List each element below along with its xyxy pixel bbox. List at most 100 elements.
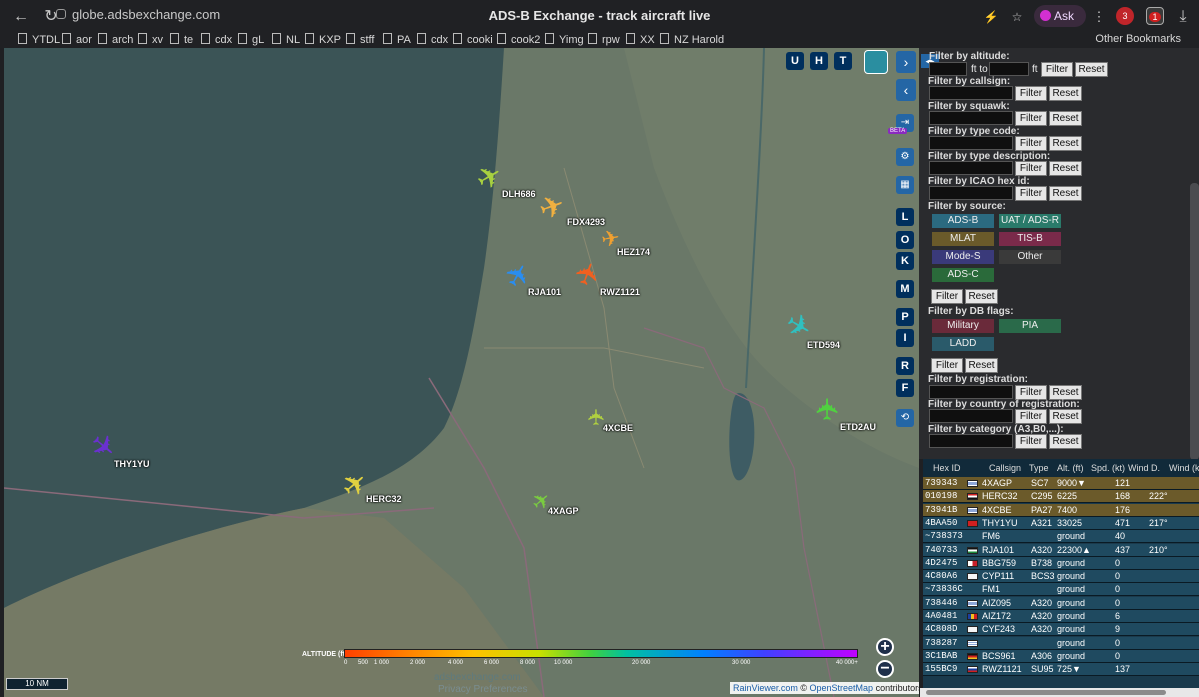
squawk-reset-button[interactable]: Reset [1049,111,1082,126]
table-row[interactable]: 3C1BAB BCS961 A306 ground 0 [923,649,1199,663]
toggle-t-button[interactable]: T [834,52,852,70]
table-row[interactable]: 739343 4XAGP SC7 9000▼ 121 [923,477,1199,490]
zoom-in-button[interactable]: + [876,638,894,656]
table-horizontal-scrollbar[interactable] [920,688,1199,697]
type-desc-reset-button[interactable]: Reset [1049,161,1082,176]
flag-ladd-toggle[interactable]: LADD [932,337,994,351]
type-desc-input[interactable] [929,161,1013,175]
osm-link[interactable]: OpenStreetMap [810,683,874,693]
toggle-m-button[interactable]: M [896,280,914,298]
col-wind-dir[interactable]: Wind D. [1128,459,1160,477]
source-uat-toggle[interactable]: UAT / ADS-R [999,214,1061,228]
source-tisb-toggle[interactable]: TIS-B [999,232,1061,246]
rainviewer-link[interactable]: RainViewer.com [733,683,798,693]
bookmark-item[interactable]: stff [346,33,374,46]
icao-input[interactable] [929,186,1013,200]
db-flags-filter-button[interactable]: Filter [931,358,963,373]
bookmark-star-icon[interactable]: ☆ [1006,6,1028,28]
registration-filter-button[interactable]: Filter [1015,385,1047,400]
bookmark-item[interactable]: gL [238,33,264,46]
col-hex[interactable]: Hex ID [933,459,961,477]
altitude-max-input[interactable] [989,62,1029,76]
col-alt[interactable]: Alt. (ft) [1057,459,1084,477]
privacy-link[interactable]: Privacy Preferences [438,684,527,695]
bookmark-item[interactable]: xv [138,33,163,46]
source-mlat-toggle[interactable]: MLAT [932,232,994,246]
category-reset-button[interactable]: Reset [1049,434,1082,449]
source-reset-button[interactable]: Reset [965,289,998,304]
bookmark-item[interactable]: NZ Harold [660,33,724,46]
altitude-min-input[interactable] [929,62,967,76]
collapse-left-icon[interactable]: ‹ [896,79,916,101]
zoom-out-button[interactable]: − [876,660,894,678]
settings-gear-icon[interactable]: ⚙ [896,148,914,166]
callsign-reset-button[interactable]: Reset [1049,86,1082,101]
extension-icon[interactable]: 3 [1116,7,1134,25]
toggle-i-button[interactable]: I [896,329,914,347]
airplane-icon[interactable]: ✈ [812,392,848,426]
category-input[interactable] [929,434,1013,448]
extension-icon[interactable]: 1 [1146,7,1164,25]
table-row[interactable]: ~738373 FM6 ground 40 [923,530,1199,544]
bookmark-item[interactable]: te [170,33,193,46]
col-speed[interactable]: Spd. (kt) [1091,459,1125,477]
squawk-input[interactable] [929,111,1013,125]
col-type[interactable]: Type [1029,459,1049,477]
table-row[interactable]: 740733 RJA101 A320 22300▲ 437 210° [923,543,1199,557]
col-callsign[interactable]: Callsign [989,459,1021,477]
table-row[interactable]: 010198 HERC32 C295 6225 168 222° [923,490,1199,504]
replay-icon[interactable]: ⟲ [896,409,914,427]
table-row[interactable]: ~73836C FM1 ground 0 [923,583,1199,597]
bookmark-item[interactable]: KXP [305,33,341,46]
type-desc-filter-button[interactable]: Filter [1015,161,1047,176]
bookmark-item[interactable]: aor [62,33,92,46]
bookmark-item[interactable]: rpw [588,33,620,46]
table-row[interactable]: 73941B 4XCBE PA27 7400 176 [923,503,1199,517]
type-code-input[interactable] [929,136,1013,150]
bookmark-item[interactable]: cdx [201,33,232,46]
db-flags-reset-button[interactable]: Reset [965,358,998,373]
source-other-toggle[interactable]: Other [999,250,1061,264]
table-row[interactable]: 4D2475 BBG759 B738 ground 0 [923,556,1199,570]
bookmark-item[interactable]: cook2 [497,33,540,46]
expand-right-icon[interactable]: › [896,51,916,73]
callsign-filter-button[interactable]: Filter [1015,86,1047,101]
icao-filter-button[interactable]: Filter [1015,186,1047,201]
map-view[interactable]: ✈ DLH686 ✈ FDX4293 ✈ HEZ174 ✈ RJA101 ✈ R… [4,48,919,697]
other-bookmarks[interactable]: Other Bookmarks [1095,33,1181,45]
toggle-p-button[interactable]: P [896,308,914,326]
bookmark-item[interactable]: cooki [453,33,493,46]
source-filter-button[interactable]: Filter [931,289,963,304]
type-code-filter-button[interactable]: Filter [1015,136,1047,151]
toggle-l-button[interactable]: L [896,208,914,226]
panel-scrollbar[interactable] [1190,183,1199,460]
bookmark-item[interactable]: YTDL [18,33,60,46]
registration-input[interactable] [929,385,1013,399]
toggle-f-button[interactable]: F [896,379,914,397]
callsign-input[interactable] [929,86,1013,100]
table-row[interactable]: 4A0481 AIZ172 A320 ground 6 [923,610,1199,623]
flag-military-toggle[interactable]: Military [932,319,994,333]
download-icon[interactable]: ⤓ [1172,6,1194,28]
type-code-reset-button[interactable]: Reset [1049,136,1082,151]
registration-reset-button[interactable]: Reset [1049,385,1082,400]
squawk-filter-button[interactable]: Filter [1015,111,1047,126]
stats-icon[interactable]: ▦ [896,176,914,194]
toggle-o-button[interactable]: O [896,231,914,249]
toggle-h-button[interactable]: H [810,52,828,70]
country-reset-button[interactable]: Reset [1049,409,1082,424]
flag-pia-toggle[interactable]: PIA [999,319,1061,333]
toggle-u-button[interactable]: U [786,52,804,70]
source-adsb-toggle[interactable]: ADS-B [932,214,994,228]
toggle-k-button[interactable]: K [896,252,914,270]
table-row[interactable]: 4BAA50 THY1YU A321 33025 471 217° [923,516,1199,530]
col-wind-speed[interactable]: Wind (kt) [1169,459,1199,477]
bookmark-item[interactable]: PA [383,33,411,46]
table-row[interactable]: 738287 ground 0 [923,636,1199,650]
table-row[interactable]: 4C80A6 CYP111 BCS3 ground 0 [923,570,1199,584]
more-dots-icon[interactable]: ⋮ [1088,6,1110,28]
altitude-filter-button[interactable]: Filter [1041,62,1073,77]
install-icon[interactable]: ⚡ [980,6,1002,28]
bookmark-item[interactable]: NL [272,33,300,46]
table-row[interactable]: 738446 AIZ095 A320 ground 0 [923,596,1199,610]
